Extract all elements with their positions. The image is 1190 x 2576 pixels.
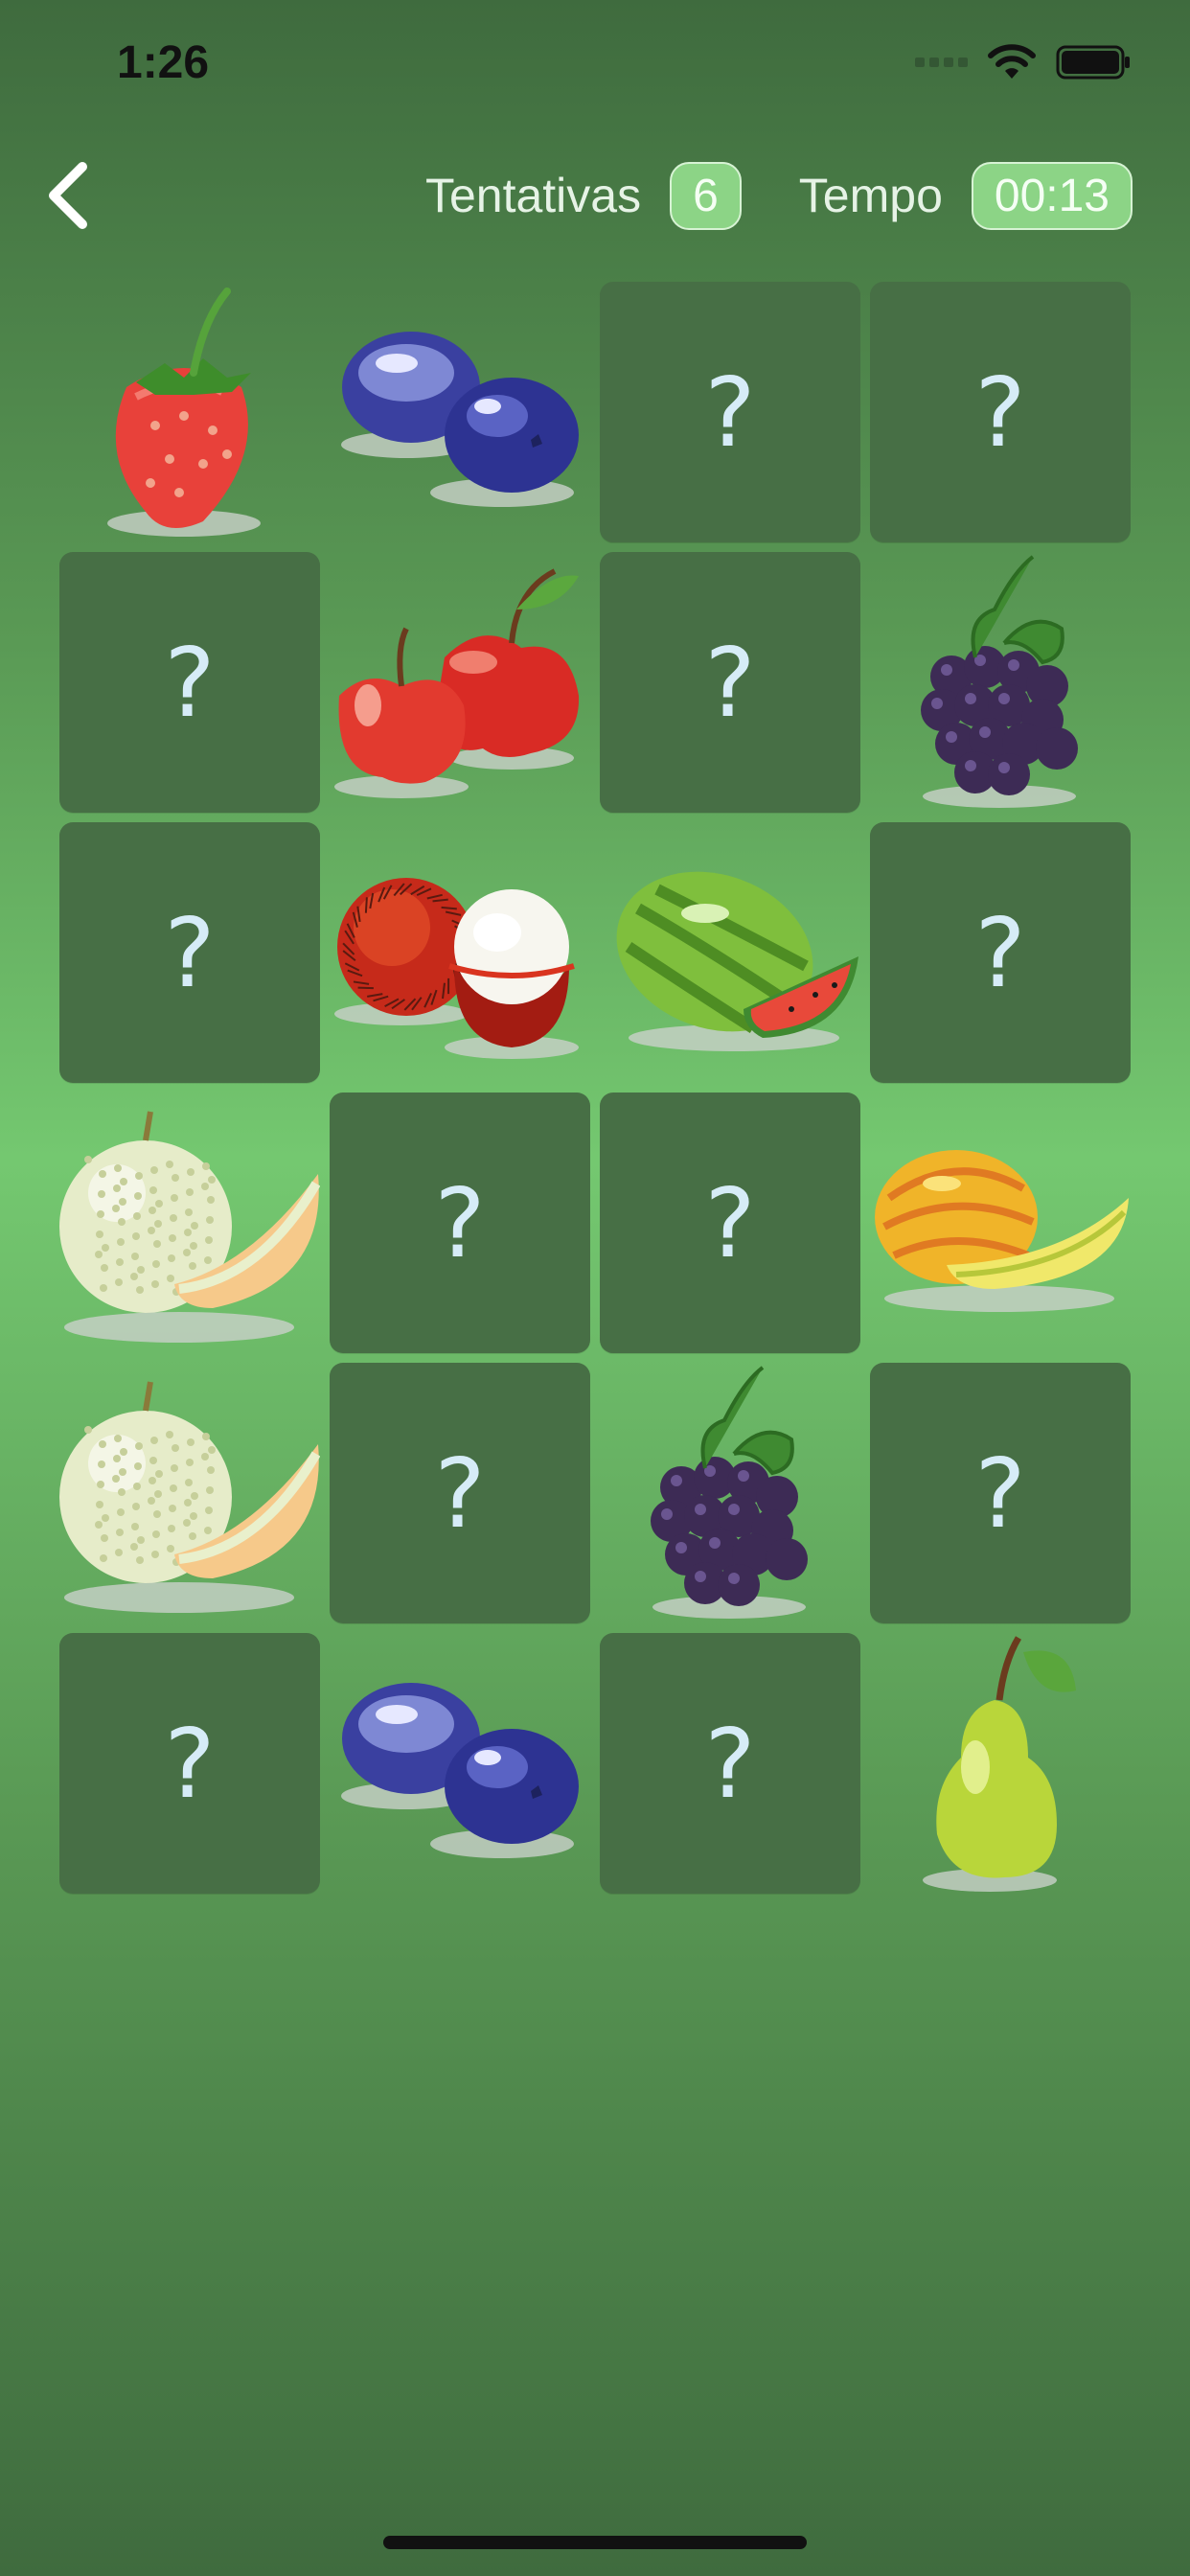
card-blueberry[interactable]	[330, 282, 590, 542]
battery-icon	[1056, 45, 1130, 80]
game-stats: Tentativas 6 Tempo 00:13	[425, 161, 1133, 230]
card-blackberry[interactable]	[600, 1363, 860, 1623]
card-apple[interactable]	[330, 552, 590, 813]
question-mark-icon: ?	[974, 356, 1026, 469]
card-strawberry[interactable]	[59, 282, 320, 542]
cantaloupe-icon	[59, 1092, 320, 1353]
attempts-label: Tentativas	[424, 169, 642, 222]
question-mark-icon: ?	[434, 1166, 486, 1279]
blackberry-icon	[870, 552, 1131, 813]
wifi-icon	[988, 44, 1036, 79]
card-pear[interactable]	[870, 1633, 1131, 1894]
card-hidden[interactable]: ?	[600, 552, 860, 813]
card-hidden[interactable]: ?	[330, 1363, 590, 1623]
card-cantaloupe[interactable]	[59, 1092, 320, 1353]
card-hidden[interactable]: ?	[870, 1363, 1131, 1623]
question-mark-icon: ?	[974, 1437, 1026, 1550]
question-mark-icon: ?	[704, 356, 756, 469]
back-button[interactable]	[38, 157, 105, 234]
card-blackberry[interactable]	[870, 552, 1131, 813]
card-hidden[interactable]: ?	[600, 1633, 860, 1894]
question-mark-icon: ?	[704, 1707, 756, 1820]
question-mark-icon: ?	[704, 626, 756, 739]
card-watermelon[interactable]	[600, 822, 860, 1083]
card-hidden[interactable]: ?	[330, 1092, 590, 1353]
blackberry-icon	[600, 1363, 860, 1623]
yellow-melon-icon	[870, 1092, 1131, 1353]
card-rambutan[interactable]	[330, 822, 590, 1083]
card-yellow-melon[interactable]	[870, 1092, 1131, 1353]
card-hidden[interactable]: ?	[600, 282, 860, 542]
question-mark-icon: ?	[974, 896, 1026, 1009]
card-cantaloupe[interactable]	[59, 1363, 320, 1623]
question-mark-icon: ?	[434, 1437, 486, 1550]
question-mark-icon: ?	[164, 896, 216, 1009]
time-label: Tempo	[798, 169, 943, 222]
pear-icon	[870, 1633, 1131, 1894]
status-bar: 1:26	[0, 0, 1190, 125]
question-mark-icon: ?	[164, 1707, 216, 1820]
watermelon-icon	[600, 822, 860, 1083]
memory-board: ??? ? ? ? ?? ? ? ? ?	[59, 282, 1133, 1894]
card-hidden[interactable]: ?	[59, 1633, 320, 1894]
blueberry-icon	[330, 1633, 590, 1894]
card-hidden[interactable]: ?	[870, 282, 1131, 542]
top-bar: Tentativas 6 Tempo 00:13	[0, 144, 1190, 249]
apple-icon	[330, 552, 590, 813]
home-indicator[interactable]	[383, 2536, 807, 2549]
strawberry-icon	[59, 282, 320, 542]
card-hidden[interactable]: ?	[870, 822, 1131, 1083]
rambutan-icon	[330, 822, 590, 1083]
time-counter: 00:13	[971, 161, 1133, 230]
cantaloupe-icon	[59, 1363, 320, 1623]
blueberry-icon	[330, 282, 590, 542]
card-hidden[interactable]: ?	[59, 822, 320, 1083]
question-mark-icon: ?	[164, 626, 216, 739]
chevron-left-icon	[49, 162, 87, 229]
attempts-counter: 6	[670, 161, 742, 230]
status-time: 1:26	[117, 37, 210, 88]
question-mark-icon: ?	[704, 1166, 756, 1279]
card-hidden[interactable]: ?	[600, 1092, 860, 1353]
card-hidden[interactable]: ?	[59, 552, 320, 813]
status-icons	[915, 44, 1133, 80]
card-blueberry[interactable]	[330, 1633, 590, 1894]
signal-icon	[915, 58, 968, 67]
